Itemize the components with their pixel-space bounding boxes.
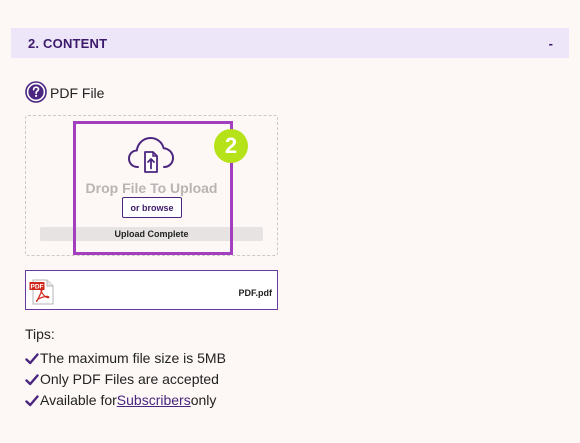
file-name: PDF.pdf: [238, 288, 273, 298]
check-icon: [25, 373, 39, 385]
upload-status-label: Upload Complete: [114, 229, 189, 239]
page: 2. CONTENT - PDF File Drop File To Uploa…: [0, 0, 580, 443]
tip-text-prefix: Available for: [40, 392, 117, 408]
question-circle-icon[interactable]: [25, 81, 47, 103]
tip-item: Only PDF Files are accepted: [25, 369, 226, 390]
top-strip: [0, 0, 580, 18]
section-header[interactable]: 2. CONTENT -: [11, 28, 569, 58]
cloud-upload-icon: [128, 137, 174, 173]
subscribers-link[interactable]: Subscribers: [117, 390, 191, 411]
tip-item: Available for Subscribers only: [25, 390, 226, 411]
uploaded-file-row[interactable]: PDF PDF.pdf: [25, 270, 278, 310]
tip-text: Only PDF Files are accepted: [40, 371, 219, 387]
collapse-toggle[interactable]: -: [549, 36, 553, 51]
tip-text: The maximum file size is 5MB: [40, 350, 226, 366]
browse-button[interactable]: or browse: [122, 197, 182, 218]
tips-list: The maximum file size is 5MB Only PDF Fi…: [25, 348, 226, 411]
field-label: PDF File: [50, 85, 105, 101]
pdf-file-icon: PDF: [29, 279, 54, 305]
drop-text: Drop File To Upload: [85, 180, 218, 196]
tip-item: The maximum file size is 5MB: [25, 348, 226, 369]
upload-progress-bar: Upload Complete: [40, 227, 263, 241]
tip-text-suffix: only: [190, 392, 217, 408]
section-title: 2. CONTENT: [28, 35, 108, 51]
step-badge: 2: [214, 129, 248, 163]
tips-title: Tips:: [25, 326, 55, 342]
check-icon: [25, 394, 39, 406]
check-icon: [25, 352, 39, 364]
